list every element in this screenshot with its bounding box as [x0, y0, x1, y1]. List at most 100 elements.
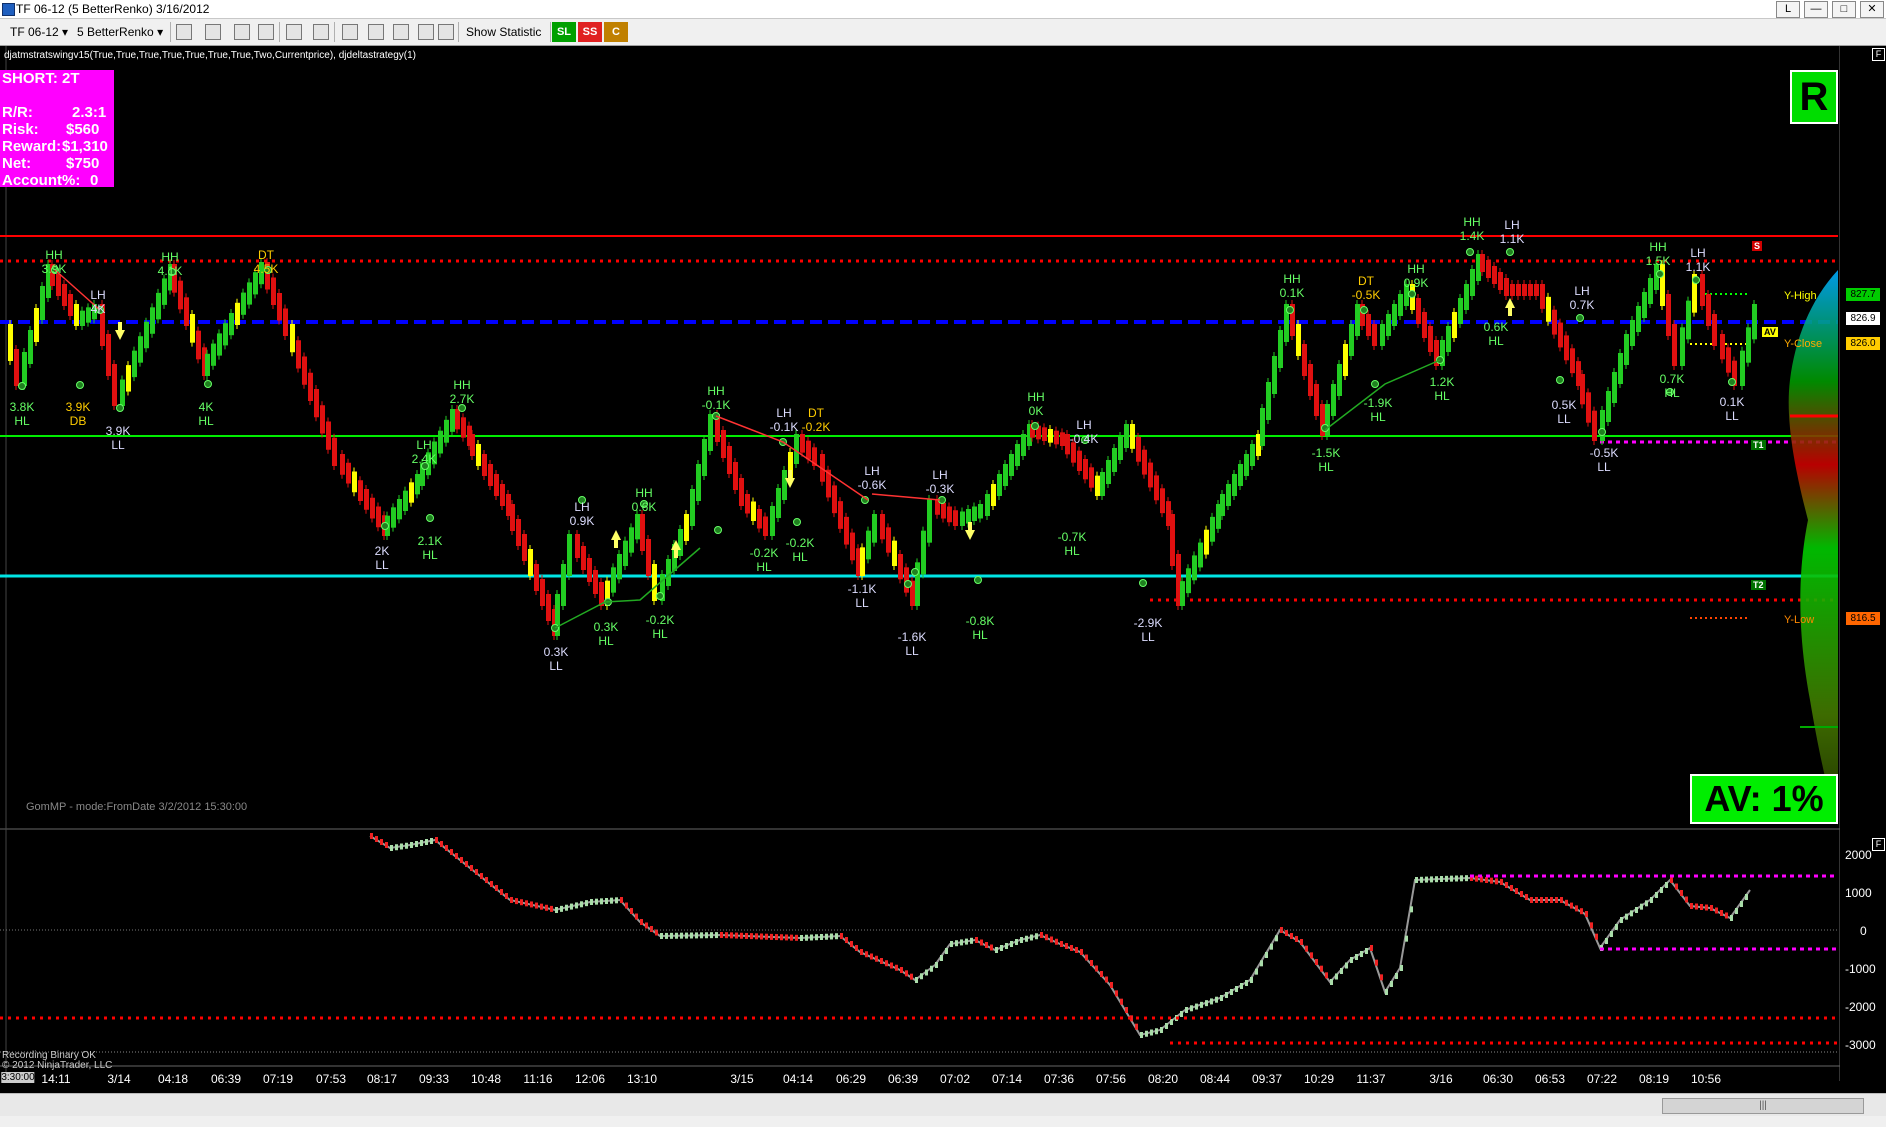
price-bar [1446, 326, 1451, 352]
remove-object-icon[interactable] [258, 24, 274, 40]
price-bar [1606, 391, 1611, 422]
price-bar [1048, 429, 1053, 443]
swing-label-bottom: HL [1664, 386, 1680, 400]
toolbar-divider [458, 22, 459, 42]
swing-point-marker [904, 580, 912, 588]
sl-button[interactable]: SL [552, 22, 576, 42]
price-bar [358, 480, 363, 501]
price-bar [150, 307, 155, 334]
price-bar [241, 292, 246, 315]
swing-label-bottom: 2.4K [411, 452, 437, 466]
delta-bar [1415, 877, 1418, 883]
price-bar [211, 343, 216, 366]
price-bar [332, 437, 337, 466]
price-bar [1343, 344, 1348, 376]
delta-bar [1570, 902, 1573, 909]
delta-bar [1590, 922, 1593, 929]
ss-button[interactable]: SS [578, 22, 602, 42]
link-button[interactable]: L [1776, 1, 1800, 18]
delta-bar [595, 898, 598, 905]
time-axis[interactable]: 3:30:00 14:11 3/14 04:18 06:39 07:19 07:… [0, 1068, 1840, 1086]
delta-bar [1095, 965, 1098, 972]
current-price-tag: 826.9 [1846, 312, 1880, 325]
c-button[interactable]: C [604, 22, 628, 42]
delta-bar [910, 973, 913, 980]
data-box-icon[interactable] [418, 24, 434, 40]
delta-bar [955, 940, 958, 947]
maximize-button[interactable]: □ [1832, 1, 1856, 18]
show-statistic-button[interactable]: Show Statistic [466, 23, 541, 41]
price-bar [370, 497, 375, 519]
status-bar [0, 1116, 1886, 1127]
swing-label: HH -0.1K [702, 384, 731, 412]
time-label: 09:33 [418, 1072, 450, 1086]
price-bar [886, 527, 891, 553]
swing-label-bottom: 1.1K [1499, 232, 1525, 246]
panel-maximize-icon[interactable]: F [1872, 838, 1885, 851]
price-bar [763, 516, 768, 536]
close-button[interactable]: ✕ [1860, 1, 1884, 18]
panel-maximize-icon[interactable]: F [1872, 48, 1885, 61]
delta-bar [675, 932, 678, 939]
swing-label-bottom: LL [1141, 630, 1155, 644]
price-bar [1480, 254, 1485, 272]
scrollbar-thumb[interactable]: ||| [1662, 1098, 1864, 1114]
templates-icon[interactable] [438, 24, 454, 40]
bar-type-selector[interactable]: 5 BetterRenko ▾ [77, 23, 163, 41]
swing-point-marker [1656, 270, 1664, 278]
price-bar [1398, 294, 1403, 316]
price-bar [1060, 432, 1065, 446]
delta-bar [730, 932, 733, 939]
swing-label-top: HH [1407, 262, 1425, 276]
price-chart[interactable] [0, 46, 1886, 1081]
delta-bar [1155, 1028, 1158, 1035]
delta-bar [740, 932, 743, 939]
add-object-icon[interactable] [234, 24, 250, 40]
time-label: 06:30 [1482, 1072, 1514, 1086]
price-bar [1054, 430, 1059, 445]
delta-bar [1550, 897, 1553, 903]
delta-bar [825, 933, 828, 940]
t1-marker: T1 [1751, 440, 1766, 450]
strategies-icon[interactable] [393, 24, 409, 40]
delta-bar [1395, 973, 1398, 979]
price-bar [776, 488, 781, 518]
indicators-icon[interactable] [368, 24, 384, 40]
properties-icon[interactable] [342, 24, 358, 40]
price-bar [162, 278, 167, 305]
price-bar [320, 405, 325, 434]
zoom-icon[interactable] [313, 24, 329, 40]
delta-bar [1450, 875, 1453, 882]
price-bar [1552, 309, 1557, 335]
price-bar [1260, 408, 1265, 446]
delta-bar [395, 844, 398, 851]
delta-bar [940, 955, 943, 961]
delta-bar [985, 942, 988, 948]
y-close-label: Y-Close [1784, 338, 1823, 350]
price-bar [1089, 467, 1094, 488]
price-bar [346, 462, 351, 484]
lower-y-tick: -1000 [1845, 962, 1876, 976]
crosshair-icon[interactable] [286, 24, 302, 40]
lower-y-tick: 1000 [1845, 886, 1872, 900]
swing-label-bottom: 0.7K [1569, 298, 1595, 312]
delta-bar [1375, 959, 1378, 966]
delta-bar [1120, 998, 1123, 1005]
delta-bar [1455, 875, 1458, 882]
price-bar [770, 506, 775, 536]
pencil-icon[interactable] [205, 24, 221, 40]
price-bar [872, 514, 877, 543]
swing-label-bottom: HL [1318, 460, 1334, 474]
minimize-button[interactable]: — [1804, 1, 1828, 18]
price-bar [1154, 475, 1159, 501]
time-label: 10:48 [470, 1072, 502, 1086]
price-bar [1009, 454, 1014, 476]
price-bar [739, 478, 744, 506]
delta-bar [500, 889, 503, 895]
price-bar [476, 444, 481, 466]
bar-style-icon[interactable] [176, 24, 192, 40]
delta-bar [965, 938, 968, 945]
delta-bar [1275, 935, 1278, 942]
horizontal-scrollbar[interactable]: ||| [0, 1093, 1886, 1116]
instrument-selector[interactable]: TF 06-12 ▾ [10, 23, 68, 41]
